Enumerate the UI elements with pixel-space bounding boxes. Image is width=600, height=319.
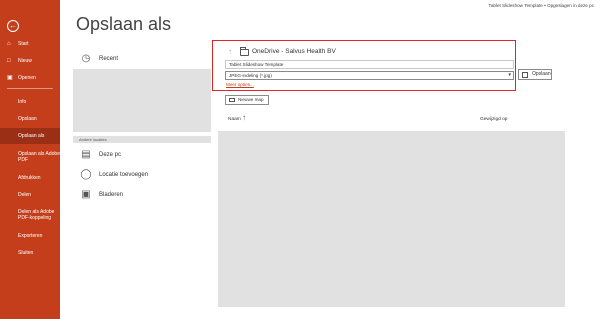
new-document-icon: □ — [7, 58, 11, 64]
rail-item-share-pdf-link[interactable]: Delen als Adobe PDF-koppeling — [0, 206, 60, 226]
filetype-value: JPEG-indeling (*.jpg) — [229, 73, 272, 78]
back-arrow-icon[interactable]: ← — [7, 20, 19, 32]
new-folder-icon — [229, 98, 235, 102]
home-icon: ⌂ — [7, 41, 11, 47]
rail-item-save-as[interactable]: Opslaan als — [0, 128, 60, 144]
rail-item-print[interactable]: Afdrukken — [0, 170, 60, 186]
rail-item-new[interactable]: □ Nieuw — [0, 53, 60, 69]
save-icon — [522, 72, 528, 78]
location-add-place[interactable]: ◯ Locatie toevoegen — [73, 166, 211, 184]
location-recent[interactable]: ◷ Recent — [73, 50, 211, 68]
rail-item-start[interactable]: ⌂ Start — [0, 36, 60, 52]
rail-item-label: Opslaan als Adobe PDF — [18, 151, 60, 163]
more-options-link[interactable]: Meer opties... — [226, 82, 254, 87]
file-list-panel — [218, 131, 565, 307]
rail-item-label: Info — [18, 99, 27, 105]
rail-item-open[interactable]: ▣ Openen — [0, 70, 60, 86]
computer-icon: ▤ — [81, 149, 91, 160]
rail-item-label: Exporteren — [18, 233, 43, 239]
clock-icon: ◷ — [81, 53, 91, 64]
current-location[interactable]: OneDrive - Salvus Health BV — [252, 48, 336, 55]
rail-item-label: Afdrukken — [18, 175, 41, 181]
rail-item-export[interactable]: Exporteren — [0, 228, 60, 244]
location-label: Deze pc — [99, 152, 122, 158]
save-button[interactable]: Opslaan — [518, 69, 552, 80]
folder-icon — [240, 47, 249, 56]
page-title: Opslaan als — [76, 14, 172, 34]
rail-item-save-as-pdf[interactable]: Opslaan als Adobe PDF — [0, 148, 60, 168]
folder-open-icon: ▣ — [7, 75, 13, 81]
rail-item-label: Delen — [18, 192, 32, 198]
location-label: Recent — [99, 56, 119, 62]
rail-item-info[interactable]: Info — [0, 94, 60, 110]
rail-item-share[interactable]: Delen — [0, 187, 60, 203]
backstage-view: ← ⌂ Start □ Nieuw ▣ Openen Info Opslaan … — [0, 0, 600, 319]
save-button-label: Opslaan — [532, 71, 551, 77]
location-label: Locatie toevoegen — [99, 172, 149, 178]
backstage-rail: ← ⌂ Start □ Nieuw ▣ Openen Info Opslaan … — [0, 0, 60, 319]
filename-field[interactable] — [225, 60, 514, 69]
other-locations-header: Andere locaties — [73, 136, 211, 143]
location-browse[interactable]: ▣ Bladeren — [73, 186, 211, 204]
rail-item-label: Openen — [18, 75, 36, 81]
rail-item-label: Delen als Adobe PDF-koppeling — [18, 209, 55, 221]
window-title: Tablet Slideshow Template • Opgeslagen i… — [488, 3, 594, 8]
location-this-pc[interactable]: ▤ Deze pc — [73, 146, 211, 164]
rail-item-close[interactable]: Sluiten — [0, 245, 60, 261]
rail-item-label: Sluiten — [18, 250, 34, 256]
sort-ascending-icon: ↑ — [242, 113, 246, 122]
up-arrow-icon[interactable]: ↑ — [228, 47, 232, 56]
rail-item-save[interactable]: Opslaan — [0, 111, 60, 127]
column-header-modified[interactable]: Gewijzigd op — [480, 117, 507, 122]
folder-icon: ▣ — [81, 189, 91, 200]
globe-icon: ◯ — [80, 169, 92, 180]
recent-panel — [73, 69, 211, 132]
chevron-down-icon: ▾ — [508, 72, 511, 78]
new-folder-button[interactable]: Nieuwe map — [225, 95, 269, 105]
column-header-name[interactable]: Naam — [228, 117, 241, 122]
rail-divider — [7, 88, 53, 89]
rail-item-label: Nieuw — [18, 58, 32, 64]
rail-item-label: Opslaan — [18, 116, 37, 122]
filetype-select[interactable]: JPEG-indeling (*.jpg) ▾ — [225, 71, 514, 80]
rail-item-label: Start — [18, 41, 29, 47]
location-label: Bladeren — [99, 192, 124, 198]
new-folder-label: Nieuwe map — [238, 97, 264, 102]
rail-item-label: Opslaan als — [18, 133, 45, 139]
